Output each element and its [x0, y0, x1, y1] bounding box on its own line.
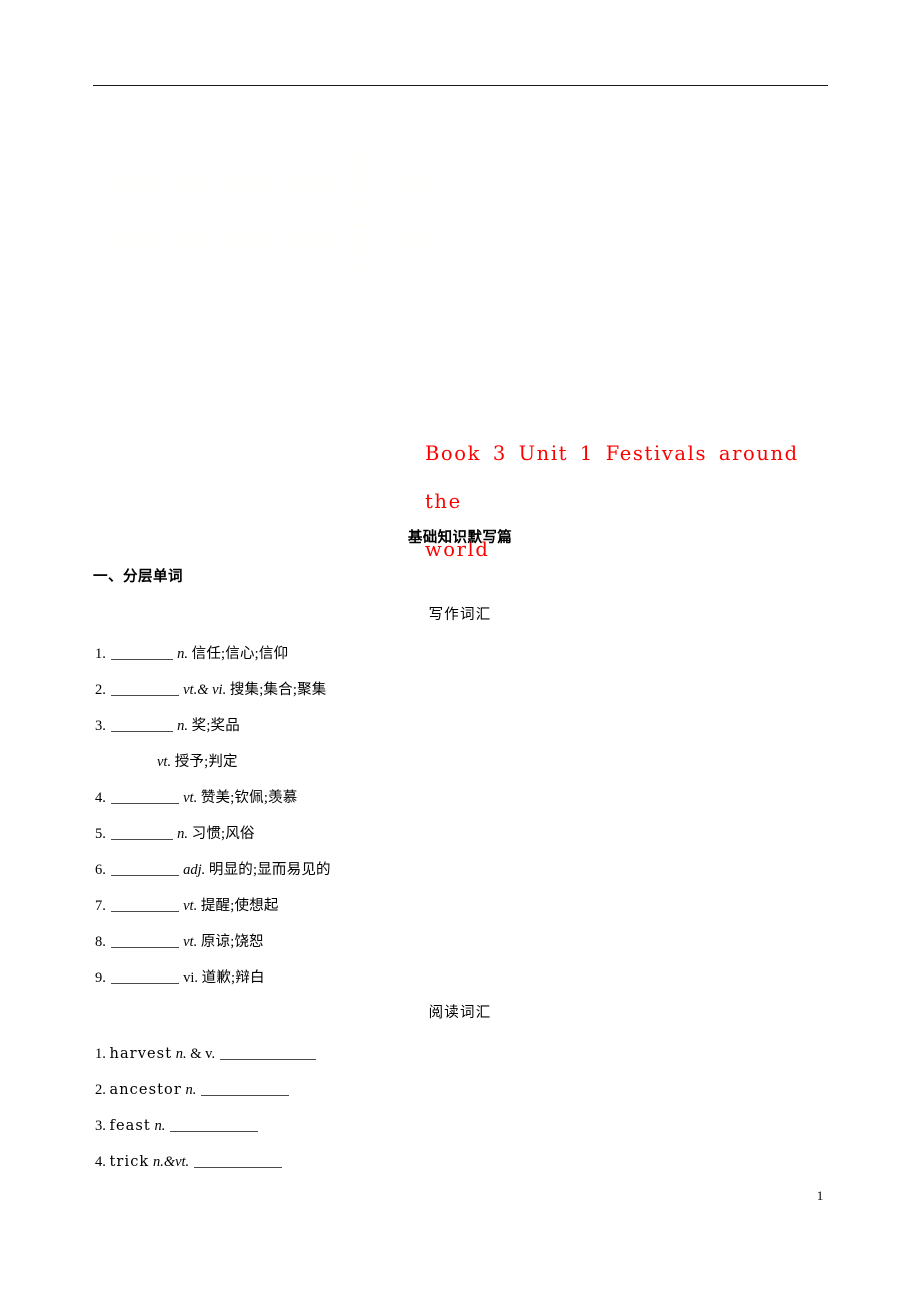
- answer-blank[interactable]: [201, 1080, 290, 1096]
- item-meaning: 授予;判定: [174, 754, 238, 770]
- item-number: 3.: [95, 1118, 106, 1134]
- item-meaning: 奖;奖品: [191, 718, 240, 734]
- part-of-speech: n.: [185, 1082, 197, 1098]
- list-item: 4. vt. 赞美;钦佩;羡慕: [95, 780, 795, 816]
- answer-blank[interactable]: [110, 860, 179, 876]
- item-number: 1.: [95, 646, 106, 662]
- item-number: 7.: [95, 898, 106, 914]
- part-of-speech: vt.: [183, 898, 198, 914]
- item-meaning: 搜集;集合;聚集: [229, 682, 327, 698]
- part-of-speech: vt.& vi.: [183, 682, 227, 698]
- list-item: 4. trick n.&vt.: [95, 1144, 795, 1180]
- part-of-speech: n.: [177, 646, 188, 662]
- answer-blank[interactable]: [110, 824, 173, 840]
- part-of-speech: n.: [175, 1046, 187, 1062]
- part-of-speech: vt.: [183, 790, 198, 806]
- item-number: 1.: [95, 1046, 106, 1062]
- part-of-speech: n.: [177, 718, 188, 734]
- part-of-speech: n.: [154, 1118, 166, 1134]
- page-subtitle: 基础知识默写篇: [407, 530, 513, 546]
- background-watermark: [100, 148, 440, 278]
- part-of-speech-extra: & v.: [190, 1046, 216, 1062]
- answer-blank[interactable]: [110, 788, 179, 804]
- answer-blank[interactable]: [110, 716, 173, 732]
- list-item: 2. vt.& vi. 搜集;集合;聚集: [95, 672, 795, 708]
- list-item: 5. n. 习惯;风俗: [95, 816, 795, 852]
- item-meaning: 信任;信心;信仰: [191, 646, 289, 662]
- item-meaning: 原谅;饶恕: [200, 934, 264, 950]
- item-meaning: 习惯;风俗: [191, 826, 255, 842]
- part-of-speech: adj.: [183, 862, 206, 878]
- page-title-line-1: Book 3 Unit 1 Festivals around the: [425, 442, 799, 513]
- item-number: 3.: [95, 718, 106, 734]
- part-of-speech: n.&vt.: [152, 1154, 190, 1170]
- list-item: 6. adj. 明显的;显而易见的: [95, 852, 795, 888]
- list-item: 9. vi. 道歉;辩白: [95, 960, 795, 996]
- part-of-speech: n.: [177, 826, 188, 842]
- part-of-speech: vi.: [183, 970, 199, 986]
- writing-vocabulary-list: 1. n. 信任;信心;信仰 2. vt.& vi. 搜集;集合;聚集 3. n…: [95, 636, 795, 996]
- item-number: 6.: [95, 862, 106, 878]
- page-number: 1: [816, 1188, 824, 1203]
- list-item: 2. ancestor n.: [95, 1072, 795, 1108]
- item-number: 9.: [95, 970, 106, 986]
- vocabulary-word: harvest: [109, 1046, 173, 1062]
- item-number: 2.: [95, 682, 106, 698]
- answer-blank[interactable]: [110, 968, 179, 984]
- item-number: 4.: [95, 1154, 106, 1170]
- answer-blank[interactable]: [110, 644, 173, 660]
- group-heading-writing: 写作词汇: [428, 607, 492, 623]
- item-meaning: 提醒;使想起: [200, 898, 279, 914]
- list-item: 8. vt. 原谅;饶恕: [95, 924, 795, 960]
- vocabulary-word: feast: [109, 1118, 151, 1134]
- list-item-continuation: vt. 授予;判定: [95, 744, 795, 780]
- list-item: 1. n. 信任;信心;信仰: [95, 636, 795, 672]
- item-number: 2.: [95, 1082, 106, 1098]
- item-number: 5.: [95, 826, 106, 842]
- answer-blank[interactable]: [110, 680, 179, 696]
- item-number: 8.: [95, 934, 106, 950]
- answer-blank[interactable]: [170, 1116, 258, 1132]
- list-item: 3. n. 奖;奖品: [95, 708, 795, 744]
- item-meaning: 明显的;显而易见的: [208, 862, 331, 878]
- section-heading: 一、分层单词: [93, 569, 183, 585]
- part-of-speech: vt.: [183, 934, 198, 950]
- vocabulary-word: trick: [109, 1154, 150, 1170]
- reading-vocabulary-list: 1. harvest n. & v. 2. ancestor n. 3. fea…: [95, 1036, 795, 1180]
- part-of-speech: vt.: [157, 754, 172, 770]
- item-meaning: 道歉;辩白: [201, 970, 265, 986]
- answer-blank[interactable]: [193, 1152, 282, 1168]
- list-item: 7. vt. 提醒;使想起: [95, 888, 795, 924]
- answer-blank[interactable]: [110, 932, 179, 948]
- list-item: 3. feast n.: [95, 1108, 795, 1144]
- document-page: Book 3 Unit 1 Festivals around the world…: [0, 0, 920, 1302]
- list-item: 1. harvest n. & v.: [95, 1036, 795, 1072]
- answer-blank[interactable]: [219, 1044, 316, 1060]
- vocabulary-word: ancestor: [109, 1082, 182, 1098]
- group-heading-reading: 阅读词汇: [428, 1005, 492, 1021]
- page-title: Book 3 Unit 1 Festivals around the world: [425, 430, 845, 574]
- item-meaning: 赞美;钦佩;羡慕: [200, 790, 298, 806]
- item-number: 4.: [95, 790, 106, 806]
- answer-blank[interactable]: [110, 896, 179, 912]
- header-rule: [93, 85, 828, 86]
